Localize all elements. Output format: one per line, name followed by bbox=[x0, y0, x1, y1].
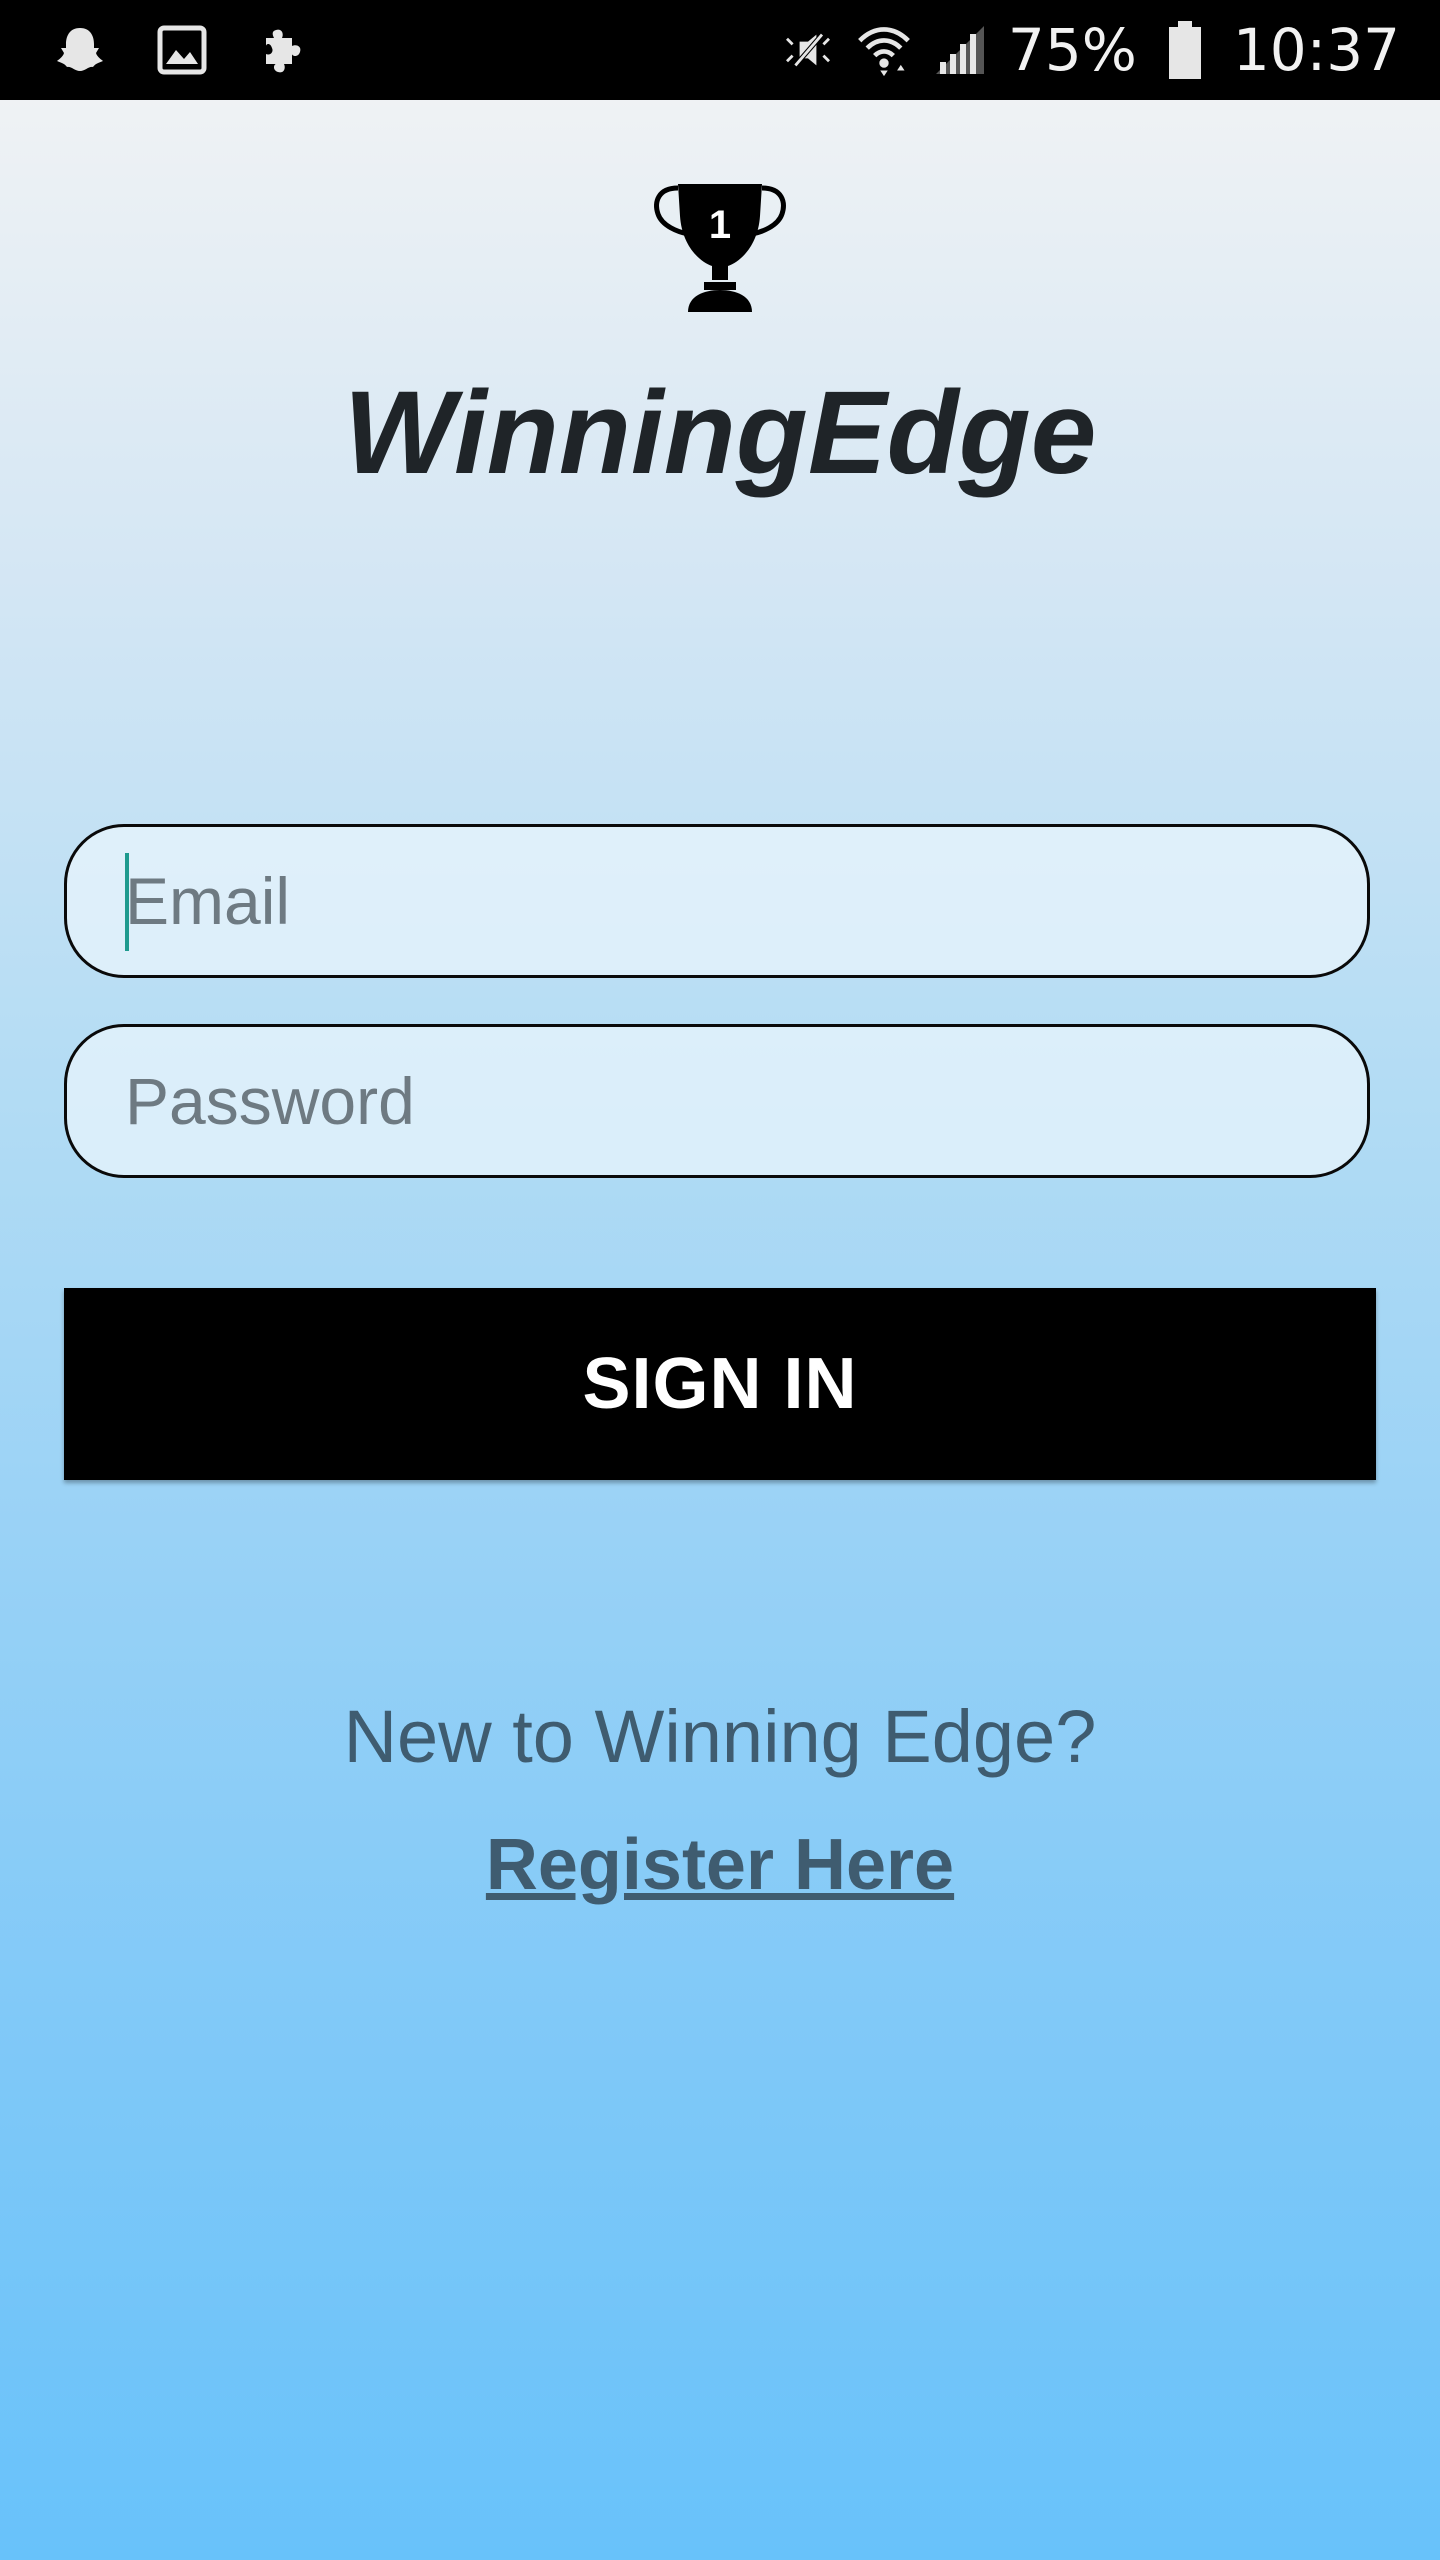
snapchat-icon bbox=[52, 22, 108, 78]
wifi-icon bbox=[856, 22, 912, 78]
password-input[interactable] bbox=[125, 1027, 1305, 1175]
trophy-number: 1 bbox=[709, 203, 731, 247]
battery-percent: 75% bbox=[1007, 16, 1137, 84]
puzzle-icon bbox=[256, 22, 312, 78]
text-caret bbox=[125, 853, 129, 951]
trophy-icon: 1 bbox=[648, 176, 792, 316]
status-left-icons bbox=[52, 22, 312, 78]
login-screen: 1 WinningEdge SIGN IN New to Winning Edg… bbox=[0, 100, 1440, 2560]
clock-time: 10:37 bbox=[1232, 16, 1400, 84]
email-input[interactable] bbox=[125, 827, 1305, 975]
gallery-icon bbox=[154, 22, 210, 78]
password-field[interactable] bbox=[64, 1024, 1370, 1178]
email-field[interactable] bbox=[64, 824, 1370, 978]
sign-in-button[interactable]: SIGN IN bbox=[64, 1288, 1376, 1480]
mute-vibrate-icon bbox=[780, 22, 836, 78]
app-title: WinningEdge bbox=[343, 367, 1097, 499]
status-bar: 75% 10:37 bbox=[0, 0, 1440, 100]
new-user-text: New to Winning Edge? bbox=[343, 1695, 1097, 1778]
status-right: 75% 10:37 bbox=[780, 14, 1400, 86]
signal-icon bbox=[932, 22, 988, 78]
battery-icon bbox=[1157, 21, 1213, 79]
register-link[interactable]: Register Here bbox=[0, 1820, 1440, 1910]
